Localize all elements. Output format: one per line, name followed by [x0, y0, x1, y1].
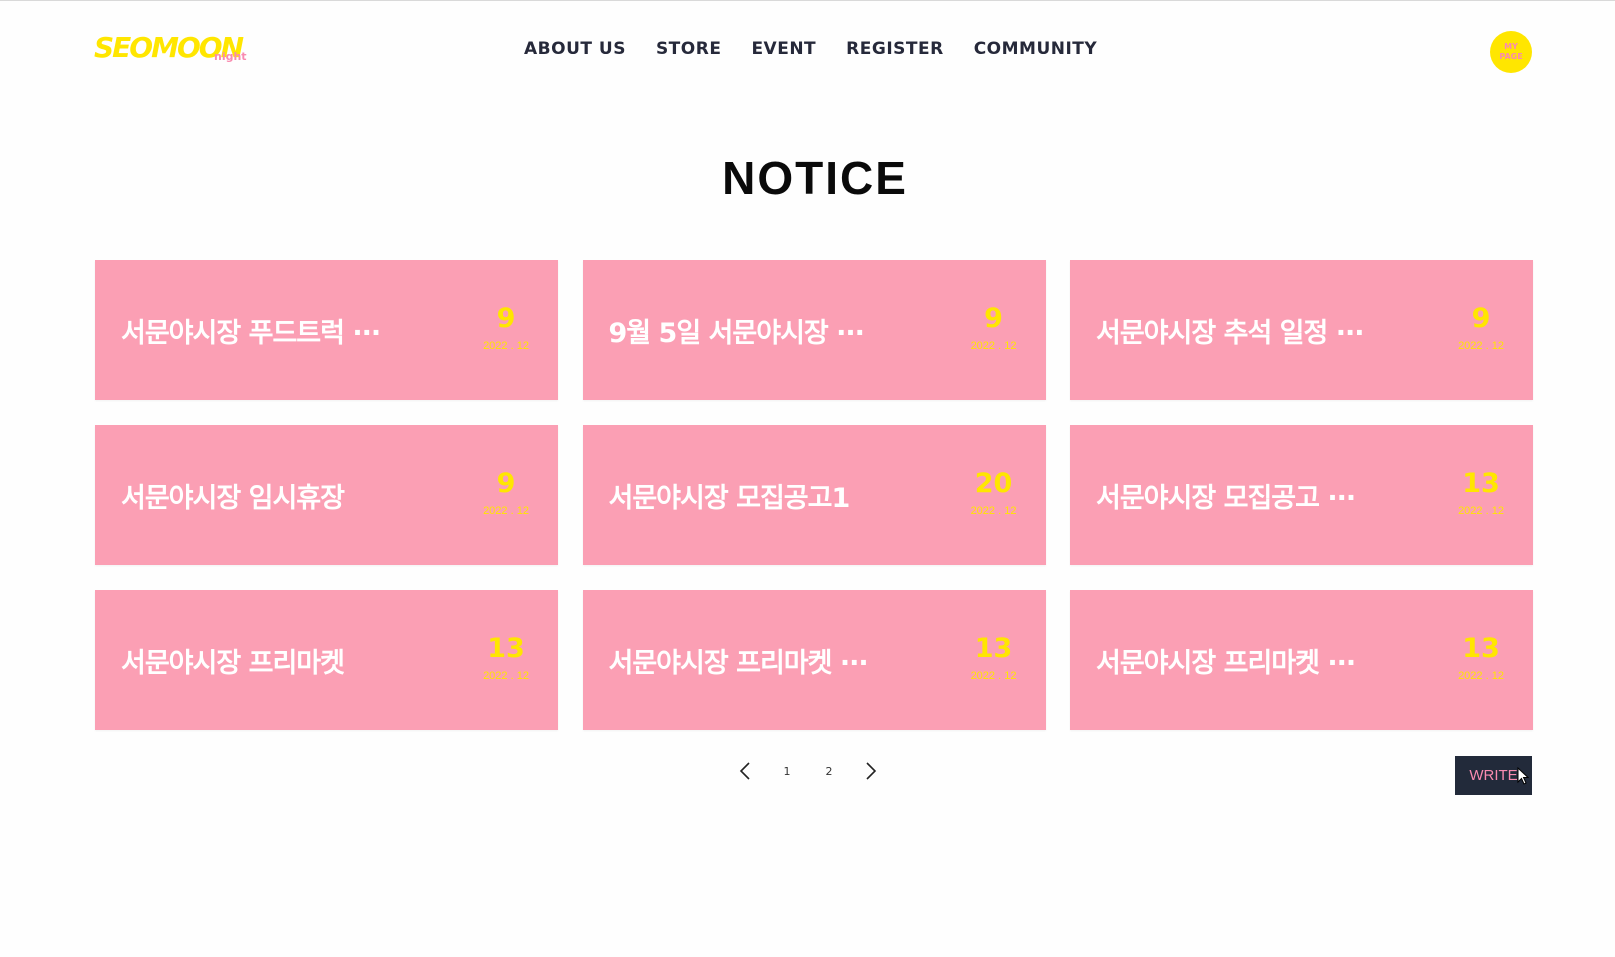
notice-title: 서문야시장 모집공고 ··· [1096, 482, 1356, 514]
notice-day: 20 [974, 468, 1013, 499]
notice-card[interactable]: 서문야시장 프리마켓 ··· 13 2022 . 12 [1070, 590, 1533, 730]
page-title: NOTICE [722, 152, 908, 204]
nav-store[interactable]: STORE [656, 39, 722, 59]
notice-title: 서문야시장 모집공고1 [608, 482, 851, 514]
notice-card[interactable]: 서문야시장 푸드트럭 ··· 9 2022 . 12 [95, 260, 558, 400]
notice-day: 13 [487, 633, 525, 664]
prev-page-button[interactable] [735, 761, 755, 781]
notice-day: 9 [984, 303, 1003, 334]
notice-day: 13 [1462, 468, 1500, 499]
notice-grid: 서문야시장 푸드트럭 ··· 9 2022 . 12 9월 5일 서문야시장 ·… [95, 260, 1533, 730]
notice-card[interactable]: 서문야시장 추석 일정 ··· 9 2022 . 12 [1070, 260, 1533, 400]
notice-date: 2022 . 12 [483, 505, 529, 517]
notice-day: 13 [974, 633, 1013, 664]
nav-about-us[interactable]: ABOUT US [524, 39, 626, 59]
page-number-2[interactable]: 2 [819, 765, 839, 778]
notice-day: 9 [496, 468, 516, 499]
nav-community[interactable]: COMMUNITY [974, 39, 1098, 59]
notice-title: 서문야시장 프리마켓 ··· [1096, 647, 1356, 679]
my-page-label-line1: MY [1504, 42, 1518, 51]
nav-event[interactable]: EVENT [751, 39, 816, 59]
notice-card[interactable]: 서문야시장 모집공고 ··· 13 2022 . 12 [1070, 425, 1533, 565]
page-number-1[interactable]: 1 [777, 765, 797, 778]
chevron-left-icon [739, 762, 750, 780]
notice-date: 2022 . 12 [970, 670, 1017, 682]
notice-card[interactable]: 서문야시장 프리마켓 13 2022 . 12 [95, 590, 558, 730]
chevron-right-icon [866, 762, 877, 780]
my-page-button[interactable]: MY PAGE [1490, 31, 1532, 73]
notice-card[interactable]: 서문야시장 임시휴장 9 2022 . 12 [95, 425, 558, 565]
notice-title: 서문야시장 프리마켓 [121, 647, 345, 679]
notice-title: 9월 5일 서문야시장 ··· [608, 317, 865, 349]
notice-date: 2022 . 12 [970, 505, 1017, 517]
notice-date: 2022 . 12 [970, 340, 1017, 352]
notice-title: 서문야시장 추석 일정 ··· [1096, 317, 1365, 349]
notice-title: 서문야시장 푸드트럭 ··· [121, 317, 381, 349]
notice-day: 13 [1462, 633, 1500, 664]
notice-date: 2022 . 12 [1458, 670, 1504, 682]
notice-card[interactable]: 서문야시장 모집공고1 20 2022 . 12 [582, 425, 1046, 565]
notice-card[interactable]: 서문야시장 프리마켓 ··· 13 2022 . 12 [582, 590, 1046, 730]
nav-register[interactable]: REGISTER [846, 39, 944, 59]
main-nav: ABOUT US STORE EVENT REGISTER COMMUNITY [524, 39, 1097, 59]
notice-date: 2022 . 12 [483, 340, 529, 352]
site-logo[interactable]: SEOMOON night [94, 33, 247, 63]
notice-day: 9 [1471, 303, 1491, 334]
next-page-button[interactable] [861, 761, 881, 781]
notice-title: 서문야시장 임시휴장 [121, 482, 345, 514]
notice-day: 9 [496, 303, 516, 334]
notice-date: 2022 . 12 [483, 670, 529, 682]
notice-card[interactable]: 9월 5일 서문야시장 ··· 9 2022 . 12 [582, 260, 1046, 400]
pagination: 1 2 [735, 761, 881, 781]
notice-title: 서문야시장 프리마켓 ··· [608, 647, 869, 679]
my-page-label-line2: PAGE [1499, 52, 1523, 61]
notice-date: 2022 . 12 [1458, 505, 1504, 517]
mouse-cursor-icon [1517, 767, 1529, 785]
logo-sub-text: night [214, 50, 247, 63]
notice-date: 2022 . 12 [1458, 340, 1504, 352]
